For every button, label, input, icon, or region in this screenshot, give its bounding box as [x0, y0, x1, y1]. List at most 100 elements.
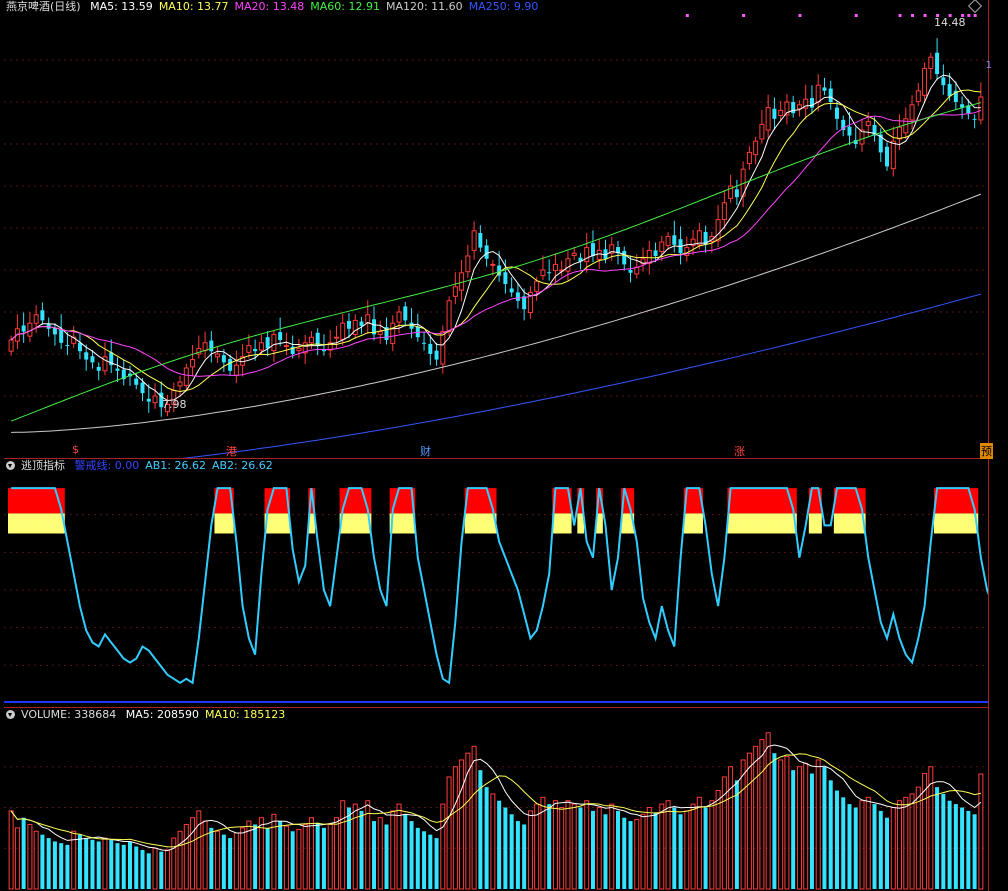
- volume-bar: [390, 810, 396, 890]
- collapse-icon[interactable]: [6, 710, 15, 719]
- volume-bar: [296, 829, 302, 890]
- candle-body: [515, 292, 520, 301]
- volume-bar: [265, 827, 270, 889]
- price-chart-canvas[interactable]: [4, 0, 988, 458]
- candle-body: [434, 350, 439, 360]
- candle-body: [547, 272, 552, 274]
- indicator-yellow-zone: [564, 513, 572, 534]
- candle-body: [84, 352, 89, 360]
- candle-body: [565, 258, 571, 272]
- indicator-yellow-zone: [14, 513, 22, 534]
- candle-body: [65, 345, 70, 347]
- signal-dot: [967, 14, 971, 17]
- candle-body: [822, 87, 827, 91]
- candle-body: [221, 355, 226, 363]
- volume-bar: [183, 823, 189, 890]
- volume-bar: [828, 780, 833, 889]
- volume-bar: [696, 796, 702, 890]
- indicator-red-zone: [26, 488, 34, 514]
- volume-bar: [171, 837, 177, 890]
- volume-bar: [522, 824, 527, 889]
- event-marker-0[interactable]: $: [72, 443, 79, 456]
- event-marker-1[interactable]: 港: [226, 443, 237, 459]
- volume-bar: [165, 849, 171, 890]
- volume-bar: [240, 827, 246, 890]
- indicator-yellow-zone: [846, 513, 854, 534]
- volume-bar: [796, 766, 802, 890]
- candle-body: [308, 336, 314, 344]
- candle-body: [628, 270, 633, 273]
- volume-bar: [278, 821, 283, 889]
- indicator-yellow-zone: [45, 513, 53, 534]
- indicator-red-zone: [477, 488, 484, 514]
- volume-bar: [746, 752, 752, 890]
- volume-bar: [590, 810, 595, 889]
- candle-body: [177, 381, 183, 387]
- volume-bar: [384, 824, 389, 889]
- volume-bar: [885, 817, 890, 889]
- indicator-yellow-zone: [965, 513, 972, 534]
- candle-body: [396, 311, 402, 323]
- volume-bar: [503, 807, 508, 889]
- event-marker-2[interactable]: 财: [420, 443, 431, 459]
- candle-body: [847, 126, 852, 136]
- volume-bar: [27, 823, 33, 890]
- collapse-icon[interactable]: [6, 461, 15, 470]
- volume-bar: [84, 838, 89, 889]
- volume-panel[interactable]: VOLUME: 338684 MA5: 208590 MA10: 185123: [4, 708, 989, 891]
- volume-canvas[interactable]: [4, 708, 988, 891]
- volume-bar: [428, 834, 433, 889]
- candle-body: [265, 337, 270, 349]
- price-chart-panel[interactable]: 燕京啤酒(日线) MA5: 13.59 MA10: 13.77 MA20: 13.4…: [4, 0, 993, 459]
- high-price-label: 14.48: [934, 16, 966, 29]
- event-marker-3[interactable]: 涨: [734, 443, 745, 459]
- volume-bar: [734, 780, 739, 889]
- volume-bar: [897, 800, 903, 890]
- volume-bar: [452, 766, 458, 890]
- signal-dot: [911, 14, 915, 17]
- candle-body: [759, 123, 765, 140]
- event-marker-4[interactable]: 预: [980, 443, 993, 459]
- indicator-yellow-zone: [852, 513, 860, 534]
- indicator-yellow-zone: [477, 513, 484, 534]
- volume-bar: [21, 817, 26, 889]
- indicator-header: 逃顶指标 警戒线: 0.00 AB1: 26.62 AB2: 26.62: [6, 459, 285, 474]
- candle-body: [21, 325, 26, 332]
- escape-top-indicator-panel[interactable]: 逃顶指标 警戒线: 0.00 AB1: 26.62 AB2: 26.62: [4, 459, 989, 708]
- candle-body: [571, 252, 577, 256]
- indicator-red-zone: [8, 488, 15, 514]
- volume-bar: [159, 851, 164, 889]
- indicator-yellow-zone: [270, 513, 278, 534]
- candle-body: [422, 342, 427, 344]
- volume-bar: [396, 803, 402, 890]
- volume-bar: [509, 814, 514, 889]
- candle-body: [765, 107, 771, 131]
- indicator-red-zone: [470, 488, 478, 514]
- candle-body: [365, 314, 371, 324]
- signal-dot: [685, 14, 689, 17]
- indicator-canvas[interactable]: [4, 459, 988, 707]
- volume-bar: [603, 814, 608, 889]
- candle-body: [40, 310, 45, 321]
- volume-bar: [271, 813, 277, 890]
- volume-bar: [14, 827, 20, 890]
- indicator-yellow-zone: [33, 513, 40, 534]
- volume-bar: [140, 849, 145, 889]
- ma-legend-item-1: MA10: 13.77: [158, 0, 229, 13]
- ma60-line: [10, 102, 982, 422]
- candle-body: [865, 121, 871, 127]
- volume-bar: [190, 817, 196, 890]
- volume-bar: [340, 800, 346, 890]
- indicator-yellow-zone: [39, 513, 47, 534]
- ma-legend-item-5: MA250: 9.90: [468, 0, 539, 13]
- volume-bar: [778, 759, 784, 890]
- volume-bar: [59, 843, 64, 889]
- candle-body: [665, 235, 671, 246]
- volume-bar: [966, 810, 971, 889]
- indicator-red-zone: [45, 488, 53, 514]
- candle-body: [935, 52, 940, 74]
- indicator-yellow-zone: [746, 513, 754, 534]
- candle-body: [452, 286, 458, 297]
- candle-body: [540, 269, 546, 277]
- candle-body: [834, 107, 839, 119]
